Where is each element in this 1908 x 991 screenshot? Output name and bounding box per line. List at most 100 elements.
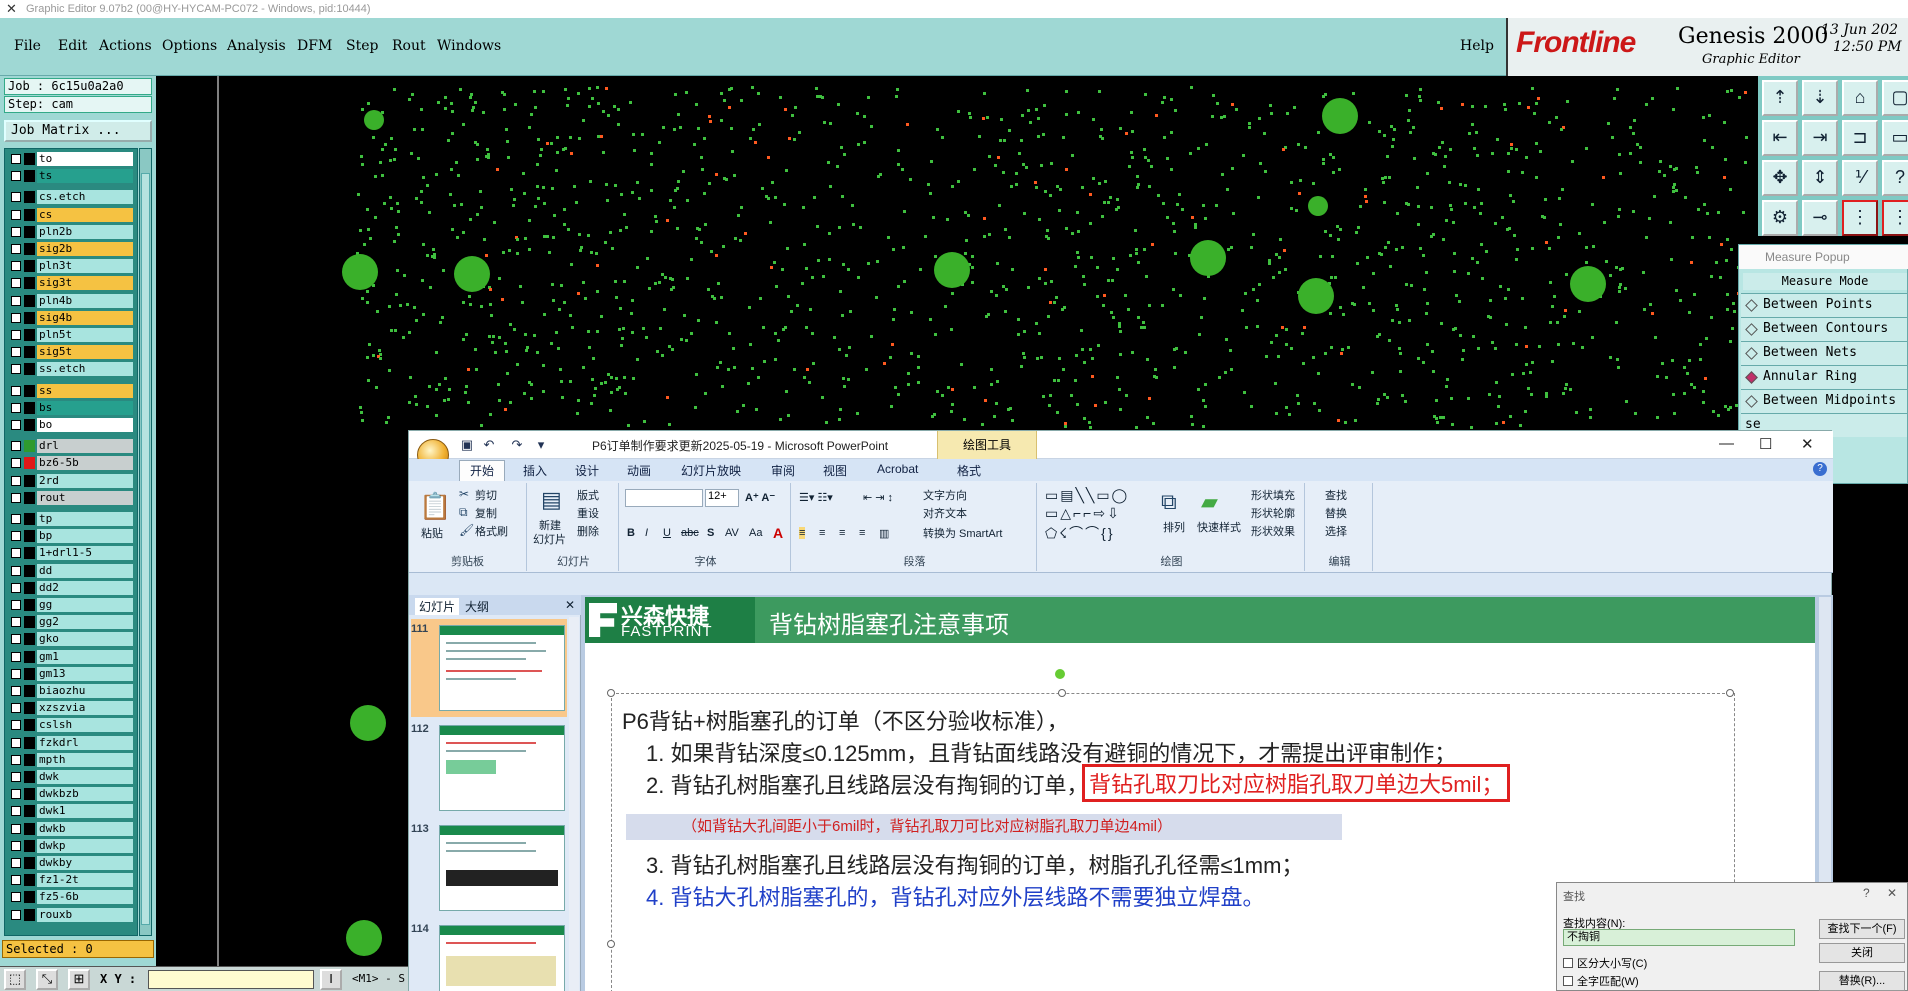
layer-row[interactable]: tp [8, 512, 136, 526]
layer-swatch[interactable] [24, 474, 35, 487]
layer-swatch[interactable] [24, 599, 35, 611]
layer-name[interactable]: sig5t [37, 345, 133, 360]
measure-option[interactable]: Between Contours [1741, 317, 1907, 341]
layer-name[interactable]: cs.etch [37, 190, 133, 205]
new-slide-icon[interactable]: ▤ [541, 487, 562, 513]
layer-swatch[interactable] [24, 581, 35, 594]
menu-step[interactable]: Step [346, 38, 378, 54]
layer-swatch[interactable] [24, 667, 35, 680]
layer-swatch[interactable] [24, 419, 35, 431]
format-painter-button[interactable]: 格式刷 [475, 523, 508, 539]
zoom-box-icon[interactable]: ⬚ [4, 969, 26, 990]
radio-diamond-icon[interactable] [1745, 347, 1758, 360]
layer-swatch[interactable] [24, 346, 35, 359]
layer-swatch[interactable] [24, 401, 35, 414]
layer-checkbox[interactable] [11, 475, 21, 486]
layer-swatch[interactable] [24, 805, 35, 818]
layer-swatch[interactable] [24, 839, 35, 852]
layer-swatch[interactable] [24, 822, 35, 835]
layer-checkbox[interactable] [11, 686, 21, 696]
layer-name[interactable]: sig3t [37, 276, 133, 291]
arrange-icon[interactable]: ⧉ [1161, 489, 1177, 515]
layer-row[interactable]: rout [8, 490, 136, 505]
layer-swatch[interactable] [24, 547, 35, 560]
window-icon[interactable]: ▢ [1882, 80, 1908, 116]
layer-swatch[interactable] [24, 685, 35, 697]
layer-name[interactable]: bz6-5b [37, 456, 133, 471]
layer-name[interactable]: cs [37, 207, 133, 222]
layer-swatch[interactable] [24, 564, 35, 577]
tab-acrobat[interactable]: Acrobat [877, 462, 918, 476]
layer-swatch[interactable] [24, 294, 35, 307]
layer-checkbox[interactable] [11, 582, 21, 593]
layer-name[interactable]: rout [37, 490, 133, 505]
layer-name[interactable]: sig2b [37, 242, 133, 256]
layer-checkbox[interactable] [11, 261, 21, 272]
layers-icon[interactable]: ⋮ [1842, 200, 1878, 236]
connect-icon[interactable]: ⊸ [1802, 200, 1838, 236]
layer-name[interactable]: ss.etch [37, 362, 133, 377]
align-text-button[interactable]: 对齐文本 [923, 505, 967, 521]
pane-scrollbar[interactable] [569, 617, 579, 991]
layer-row[interactable]: dwkbzb [8, 787, 136, 802]
layer-checkbox[interactable] [11, 531, 21, 542]
layer-swatch[interactable] [24, 243, 35, 255]
layer-swatch[interactable] [24, 457, 35, 470]
layer-name[interactable]: fz5-6b [37, 890, 133, 905]
layer-name[interactable]: dwkbzb [37, 787, 133, 802]
layer-row[interactable]: pln2b [8, 224, 136, 239]
layer-name[interactable]: pln4b [37, 293, 133, 308]
resize-handle[interactable] [1726, 689, 1734, 697]
layer-checkbox[interactable] [11, 892, 21, 903]
layer-checkbox[interactable] [11, 737, 21, 748]
underline-icon[interactable]: U [663, 527, 671, 539]
layer-name[interactable]: pln5t [37, 328, 133, 342]
align-center-icon[interactable]: ≡ [819, 527, 825, 539]
minimize-icon[interactable]: — [1719, 435, 1734, 452]
layer-swatch[interactable] [24, 153, 35, 165]
pane-close-icon[interactable]: ✕ [565, 598, 575, 612]
layer-name[interactable]: 1+drl1-5 [37, 546, 133, 561]
paste-button[interactable]: 粘贴 [421, 525, 443, 541]
help-icon[interactable]: ? [1813, 462, 1827, 476]
layer-row[interactable]: ss.etch [8, 362, 136, 377]
layer-name[interactable]: 2rd [37, 473, 133, 488]
layer-checkbox[interactable] [11, 441, 21, 452]
tab-slideshow[interactable]: 幻灯片放映 [681, 462, 741, 479]
redo-icon[interactable]: ↷ [509, 437, 525, 453]
layer-row[interactable]: gm1 [8, 649, 136, 664]
layer-checkbox[interactable] [11, 840, 21, 851]
layer-checkbox[interactable] [11, 754, 21, 765]
slide-thumbnail-112[interactable] [439, 725, 565, 811]
match-case-checkbox[interactable]: 区分大小写(C) [1563, 955, 1647, 971]
layers2-icon[interactable]: ⋮ [1882, 200, 1908, 236]
layer-row[interactable]: ts [8, 169, 136, 184]
maximize-icon[interactable]: ☐ [1759, 435, 1772, 453]
layer-swatch[interactable] [24, 384, 35, 397]
font-name-combo[interactable] [625, 489, 703, 507]
layer-swatch[interactable] [24, 788, 35, 801]
tab-review[interactable]: 审阅 [771, 462, 795, 479]
layer-row[interactable]: gm13 [8, 666, 136, 681]
layer-checkbox[interactable] [11, 875, 21, 886]
qat-dropdown-icon[interactable]: ▾ [533, 437, 549, 453]
layer-name[interactable]: bs [37, 400, 133, 415]
layer-swatch[interactable] [24, 736, 35, 749]
layer-row[interactable]: fz5-6b [8, 890, 136, 905]
layer-row[interactable]: ss [8, 383, 136, 398]
menu-analysis[interactable]: Analysis [227, 38, 286, 54]
bold-icon[interactable]: B [627, 527, 635, 539]
rotate-handle[interactable] [1055, 669, 1065, 679]
cut-button[interactable]: 剪切 [475, 487, 497, 503]
layer-row[interactable]: bo [8, 418, 136, 432]
font-color-icon[interactable]: A [773, 525, 783, 541]
layer-checkbox[interactable] [11, 772, 21, 782]
layer-swatch[interactable] [24, 530, 35, 543]
columns-icon[interactable]: ▥ [879, 527, 889, 540]
layer-row[interactable]: bp [8, 529, 136, 544]
undo-icon[interactable]: ↶ [481, 437, 497, 453]
layer-row[interactable]: fz1-2t [8, 873, 136, 888]
menu-edit[interactable]: Edit [58, 38, 87, 54]
radio-diamond-icon[interactable] [1745, 299, 1758, 312]
copy-button[interactable]: 复制 [475, 505, 497, 521]
